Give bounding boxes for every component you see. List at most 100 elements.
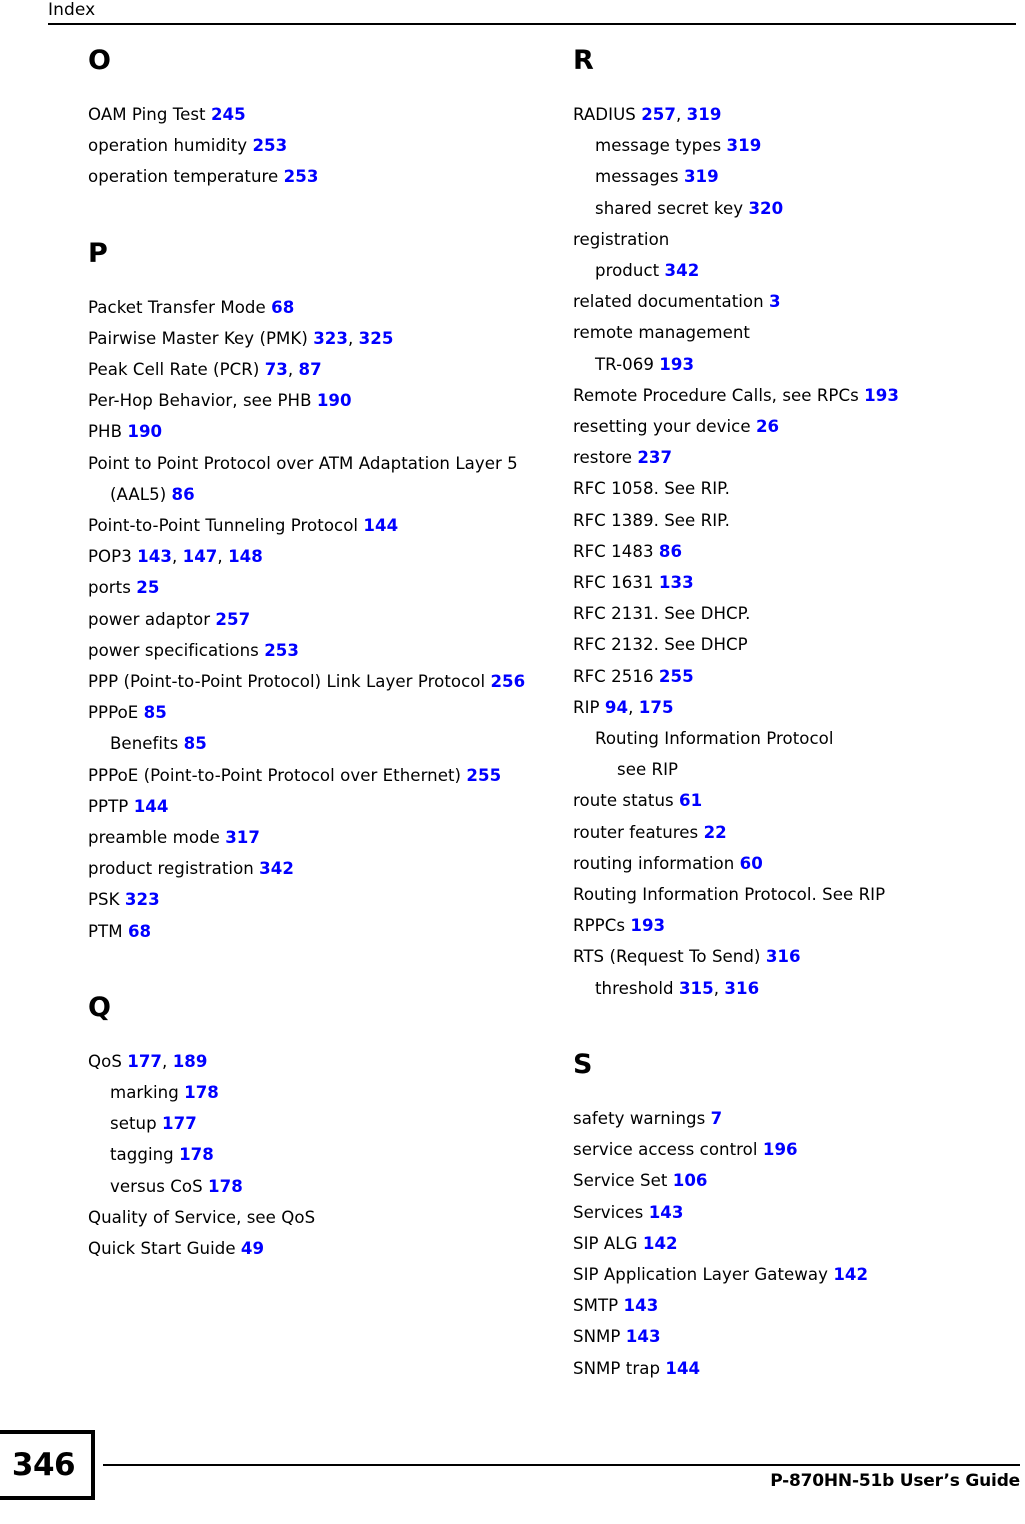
- index-entry: PPPoE 85: [88, 697, 543, 728]
- page-reference-link[interactable]: 253: [252, 136, 287, 155]
- index-entry-label: restore: [573, 448, 638, 468]
- page-reference-link[interactable]: 190: [317, 391, 352, 410]
- page-reference-link[interactable]: 342: [259, 859, 294, 878]
- page-reference-link[interactable]: 60: [740, 854, 763, 873]
- page-reference-link[interactable]: 143: [137, 547, 172, 566]
- page-reference-link[interactable]: 189: [173, 1052, 208, 1071]
- index-entry: registration: [573, 224, 1025, 255]
- index-entry-label: QoS: [88, 1051, 128, 1071]
- page-reference-link[interactable]: 255: [466, 766, 501, 785]
- page-reference-link[interactable]: 144: [134, 797, 169, 816]
- page-reference-link[interactable]: 320: [748, 199, 783, 218]
- page-reference-link[interactable]: 143: [624, 1296, 659, 1315]
- page-reference-link[interactable]: 147: [183, 547, 218, 566]
- page-reference-link[interactable]: 196: [763, 1140, 798, 1159]
- index-entry-label: router features: [573, 822, 704, 842]
- index-entry: QoS 177, 189: [88, 1046, 543, 1077]
- index-entry-label: product registration: [88, 859, 260, 879]
- page-reference-link[interactable]: 317: [225, 828, 260, 847]
- page-reference-link[interactable]: 86: [659, 542, 682, 561]
- page-reference-link[interactable]: 73: [265, 360, 288, 379]
- page-reference-link[interactable]: 26: [756, 417, 779, 436]
- index-entry: RFC 1483 86: [573, 536, 1025, 567]
- page-reference-link[interactable]: 190: [127, 422, 162, 441]
- page-reference-link[interactable]: 319: [727, 136, 762, 155]
- page-reference-link[interactable]: 85: [184, 734, 207, 753]
- index-entry-label: messages: [595, 167, 684, 187]
- section-letter: R: [573, 45, 594, 76]
- index-entry: related documentation 3: [573, 286, 1025, 317]
- running-header-title: Index: [48, 0, 96, 20]
- page-reference-link[interactable]: 3: [769, 292, 781, 311]
- page-reference-link[interactable]: 143: [649, 1203, 684, 1222]
- index-entry-label: RFC 2132. See DHCP: [573, 635, 748, 655]
- page-reference-link[interactable]: 325: [359, 329, 394, 348]
- guide-title: P-870HN-51b User’s Guide: [770, 1471, 1020, 1491]
- page-reference-link[interactable]: 68: [271, 298, 294, 317]
- page-reference-link[interactable]: 257: [215, 610, 250, 629]
- page-reference-link[interactable]: 253: [284, 167, 319, 186]
- index-entry-label: routing information: [573, 853, 740, 873]
- page-reference-link[interactable]: 178: [179, 1145, 214, 1164]
- index-entry: RFC 1058. See RIP.: [573, 473, 1025, 504]
- page-reference-link[interactable]: 87: [299, 360, 322, 379]
- index-entry-label: PPTP: [88, 796, 134, 816]
- page-reference-link[interactable]: 144: [665, 1359, 700, 1378]
- page-reference-link[interactable]: 144: [363, 516, 398, 535]
- page-ref-separator: ,: [162, 1051, 173, 1071]
- page-reference-link[interactable]: 316: [766, 947, 801, 966]
- index-entry-label: Services: [573, 1202, 649, 1222]
- page-reference-link[interactable]: 175: [639, 698, 674, 717]
- page-reference-link[interactable]: 142: [833, 1265, 868, 1284]
- page-reference-link[interactable]: 106: [673, 1171, 708, 1190]
- page-reference-link[interactable]: 323: [313, 329, 348, 348]
- page-reference-link[interactable]: 61: [679, 791, 702, 810]
- page-reference-link[interactable]: 316: [724, 979, 759, 998]
- page-reference-link[interactable]: 85: [144, 703, 167, 722]
- index-entry-label: Pairwise Master Key (PMK): [88, 328, 314, 348]
- page-reference-link[interactable]: 193: [659, 355, 694, 374]
- page-reference-link[interactable]: 142: [643, 1234, 678, 1253]
- index-entry: RPPCs 193: [573, 910, 1025, 941]
- index-entry: PTM 68: [88, 916, 543, 947]
- section-letter: S: [573, 1048, 593, 1080]
- page-reference-link[interactable]: 323: [125, 890, 160, 909]
- page-reference-link[interactable]: 178: [208, 1177, 243, 1196]
- header-divider-rule: [48, 23, 1016, 25]
- page-reference-link[interactable]: 49: [241, 1239, 264, 1258]
- index-entry: RFC 2132. See DHCP: [573, 629, 1025, 660]
- page-reference-link[interactable]: 25: [136, 578, 159, 597]
- page-reference-link[interactable]: 256: [490, 672, 525, 691]
- page-reference-link[interactable]: 177: [127, 1052, 162, 1071]
- page-reference-link[interactable]: 193: [630, 916, 665, 935]
- page-reference-link[interactable]: 68: [128, 922, 151, 941]
- page-reference-link[interactable]: 177: [162, 1114, 197, 1133]
- page-reference-link[interactable]: 257: [641, 105, 676, 124]
- page-reference-link[interactable]: 178: [184, 1083, 219, 1102]
- index-entry: Benefits 85: [88, 728, 543, 759]
- page-reference-link[interactable]: 86: [172, 485, 195, 504]
- page-reference-link[interactable]: 94: [605, 698, 628, 717]
- footer-divider-rule: [103, 1464, 1020, 1466]
- index-entry-label: resetting your device: [573, 417, 756, 437]
- page-reference-link[interactable]: 133: [659, 573, 694, 592]
- page-reference-link[interactable]: 315: [679, 979, 714, 998]
- page-reference-link[interactable]: 22: [704, 823, 727, 842]
- index-entry: shared secret key 320: [573, 193, 1025, 224]
- index-entry-label: versus CoS: [110, 1176, 209, 1196]
- page-reference-link[interactable]: 193: [864, 386, 899, 405]
- page-reference-link[interactable]: 237: [637, 448, 672, 467]
- index-column-left: O OAM Ping Test 245 operation humidity 253…: [88, 46, 543, 1264]
- page-reference-link[interactable]: 255: [659, 667, 694, 686]
- page-reference-link[interactable]: 342: [665, 261, 700, 280]
- page-reference-link[interactable]: 143: [626, 1327, 661, 1346]
- index-entry-label: PPP (Point-to-Point Protocol) Link Layer…: [88, 672, 491, 692]
- page-reference-link[interactable]: 319: [687, 105, 722, 124]
- index-entry-label: see RIP: [617, 760, 679, 780]
- page-reference-link[interactable]: 148: [228, 547, 263, 566]
- page-reference-link[interactable]: 253: [264, 641, 299, 660]
- index-entry: Point to Point Protocol over ATM Adaptat…: [88, 448, 543, 510]
- page-reference-link[interactable]: 245: [211, 105, 246, 124]
- page-reference-link[interactable]: 7: [711, 1109, 723, 1128]
- page-reference-link[interactable]: 319: [684, 167, 719, 186]
